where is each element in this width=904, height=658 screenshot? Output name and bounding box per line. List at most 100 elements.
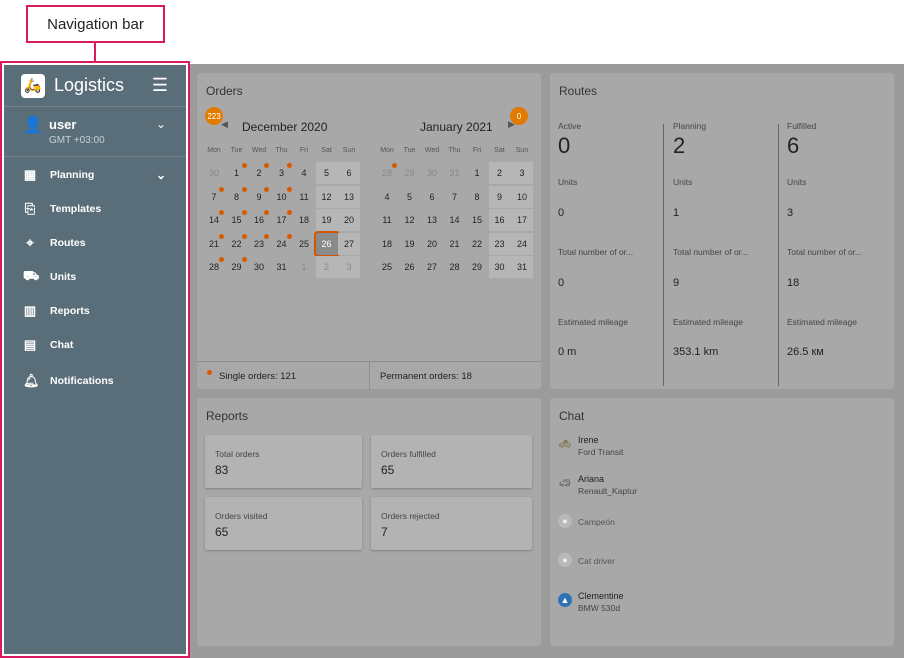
january-day-cell[interactable]: 2	[488, 162, 511, 184]
january-day-cell[interactable]: 31	[511, 256, 533, 278]
december-day-cell[interactable]: 31	[271, 256, 293, 278]
december-day-cell[interactable]: 8	[226, 186, 248, 208]
nav-item-planning[interactable]: ▦ Planning ⌄	[4, 160, 186, 190]
january-day-cell[interactable]: 15	[466, 209, 488, 231]
chevron-right-icon[interactable]: ▶	[508, 119, 515, 130]
mileage-label: Estimated mileage	[558, 317, 628, 327]
nav-item-reports[interactable]: ▥ Reports	[4, 296, 186, 326]
nav-item-units[interactable]: ⛟ Units	[4, 262, 186, 292]
january-day-cell[interactable]: 23	[488, 232, 511, 255]
user-menu[interactable]: 👤 user GMT +03:00 ⌄	[4, 107, 186, 157]
report-card-orders-rejected[interactable]: Orders rejected 7	[371, 497, 532, 550]
january-day-cell[interactable]: 28	[444, 256, 466, 278]
december-day-cell[interactable]: 24	[271, 233, 293, 255]
january-day-cell[interactable]: 30	[421, 162, 443, 184]
january-day-cell[interactable]: 9	[488, 185, 511, 208]
report-card-orders-fulfilled[interactable]: Orders fulfilled 65	[371, 435, 532, 488]
january-day-cell[interactable]: 17	[511, 209, 533, 231]
december-day-cell[interactable]: 15	[226, 209, 248, 231]
december-day-cell[interactable]: 16	[248, 209, 270, 231]
december-day-cell[interactable]: 3	[338, 256, 360, 278]
january-day-cell[interactable]: 27	[421, 256, 443, 278]
nav-item-routes[interactable]: ⌖ Routes	[4, 228, 186, 258]
december-day-cell[interactable]: 9	[248, 186, 270, 208]
december-day-cell[interactable]: 26	[313, 230, 340, 257]
weekday-label: Sat	[321, 147, 332, 154]
january-day-cell[interactable]: 29	[466, 256, 488, 278]
december-day-cell[interactable]: 30	[203, 162, 225, 184]
callout-label: Navigation bar	[47, 15, 144, 33]
chat-item-ariana[interactable]: 🚙︎ Ariana Renault_Kaptur	[558, 474, 878, 506]
chevron-down-icon[interactable]: ⌄	[156, 168, 166, 182]
january-day-cell[interactable]: 5	[399, 186, 421, 208]
chevron-down-icon[interactable]: ⌄	[156, 117, 166, 131]
january-day-cell[interactable]: 22	[466, 233, 488, 255]
december-day-cell[interactable]: 21	[203, 233, 225, 255]
december-day-cell[interactable]: 3	[271, 162, 293, 184]
nav-item-templates[interactable]: ⎘ Templates	[4, 194, 186, 224]
january-day-cell[interactable]: 14	[444, 209, 466, 231]
january-day-cell[interactable]: 18	[376, 233, 398, 255]
january-day-cell[interactable]: 26	[399, 256, 421, 278]
january-day-cell[interactable]: 10	[511, 185, 533, 208]
january-day-cell[interactable]: 20	[421, 233, 443, 255]
december-day-cell[interactable]: 4	[293, 162, 315, 184]
january-day-cell[interactable]: 8	[466, 186, 488, 208]
chat-item-cat-driver[interactable]: ● Cat driver	[558, 553, 878, 583]
nav-item-notifications[interactable]: 🔔︎ Notifications	[4, 366, 186, 396]
january-day-cell[interactable]: 1	[466, 162, 488, 184]
january-day-cell[interactable]: 13	[421, 209, 443, 231]
january-day-cell[interactable]: 12	[399, 209, 421, 231]
december-day-cell[interactable]: 30	[248, 256, 270, 278]
chat-item-irene[interactable]: 🚕︎ Irene Ford Transit	[558, 435, 878, 467]
december-day-cell[interactable]: 2	[315, 256, 338, 278]
december-day-cell[interactable]: 1	[226, 162, 248, 184]
december-day-cell[interactable]: 17	[271, 209, 293, 231]
weekday-label: Fri	[299, 147, 309, 154]
december-day-cell[interactable]: 18	[293, 209, 315, 231]
january-day-cell[interactable]: 11	[376, 209, 398, 231]
december-day-cell[interactable]: 25	[293, 233, 315, 255]
january-day-cell[interactable]: 25	[376, 256, 398, 278]
december-day-cell[interactable]: 7	[203, 186, 225, 208]
nav-item-chat[interactable]: ▤ Chat	[4, 330, 186, 360]
report-card-orders-visited[interactable]: Orders visited 65	[205, 497, 362, 550]
december-day-cell[interactable]: 13	[338, 185, 360, 208]
weekday-label: Wed	[251, 147, 267, 154]
chevron-left-icon[interactable]: ◀	[221, 119, 228, 130]
january-day-cell[interactable]: 29	[399, 162, 421, 184]
january-day-cell[interactable]: 7	[444, 186, 466, 208]
december-day-cell[interactable]: 12	[315, 185, 338, 208]
nav-label: Planning	[50, 169, 95, 181]
december-day-cell[interactable]: 1	[293, 256, 315, 278]
chat-name: Cat driver	[578, 556, 615, 566]
january-day-cell[interactable]: 28	[376, 162, 398, 184]
january-day-cell[interactable]: 31	[444, 162, 466, 184]
december-day-cell[interactable]: 28	[203, 256, 225, 278]
report-card-total-orders[interactable]: Total orders 83	[205, 435, 362, 488]
december-day-cell[interactable]: 19	[315, 209, 338, 231]
december-day-cell[interactable]: 27	[338, 232, 360, 255]
december-day-cell[interactable]: 5	[315, 162, 338, 184]
chat-item-clementine[interactable]: ▲ Clementine BMW 530d	[558, 591, 878, 623]
december-day-cell[interactable]: 11	[293, 186, 315, 208]
january-day-cell[interactable]: 21	[444, 233, 466, 255]
january-day-cell[interactable]: 16	[488, 209, 511, 231]
december-day-cell[interactable]: 29	[226, 256, 248, 278]
january-day-cell[interactable]: 30	[488, 256, 511, 278]
units-label: Units	[787, 177, 807, 187]
january-day-cell[interactable]: 3	[511, 162, 533, 184]
december-day-cell[interactable]: 23	[248, 233, 270, 255]
december-day-cell[interactable]: 22	[226, 233, 248, 255]
december-day-cell[interactable]: 6	[338, 162, 360, 184]
january-day-cell[interactable]: 24	[511, 232, 533, 255]
chat-item-campeon[interactable]: ● Campeón	[558, 514, 878, 544]
hamburger-menu-icon[interactable]: ☰	[152, 75, 168, 96]
january-day-cell[interactable]: 4	[376, 186, 398, 208]
december-day-cell[interactable]: 2	[248, 162, 270, 184]
december-day-cell[interactable]: 10	[271, 186, 293, 208]
january-day-cell[interactable]: 19	[399, 233, 421, 255]
december-day-cell[interactable]: 14	[203, 209, 225, 231]
january-day-cell[interactable]: 6	[421, 186, 443, 208]
december-day-cell[interactable]: 20	[338, 209, 360, 231]
